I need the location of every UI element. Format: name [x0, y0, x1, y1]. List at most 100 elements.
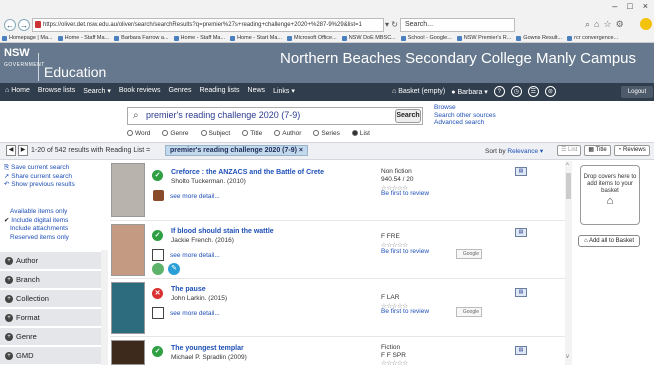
facet-collection[interactable]: + Collection: [0, 290, 101, 308]
feedback-icon[interactable]: [640, 18, 652, 30]
bookmark-item[interactable]: Home - Staff Ma...: [173, 35, 225, 41]
save-search-link[interactable]: ⎘ Save current search: [4, 164, 75, 173]
radio-author[interactable]: Author: [274, 130, 301, 137]
search-other-sources-link[interactable]: Search other sources: [434, 112, 496, 120]
filter-include-digital[interactable]: ✔ Include digital items: [4, 217, 69, 226]
result-title[interactable]: If blood should stain the wattle: [171, 228, 274, 235]
view-list-button[interactable]: ☰ List: [557, 145, 582, 156]
bookmark-item[interactable]: Home - Start Ma...: [230, 35, 282, 41]
result-title[interactable]: Creforce : the ANZACS and the Battle of …: [171, 169, 324, 176]
site-info-icon[interactable]: [35, 21, 41, 28]
bookmark-item[interactable]: rcr convergence...: [567, 35, 618, 41]
google-preview-button[interactable]: Google: [456, 307, 482, 317]
nav-item-reading-lists[interactable]: Reading lists: [199, 87, 239, 95]
nsw-logo[interactable]: NSW GOVERNMENT: [4, 47, 44, 71]
scrollbar-thumb[interactable]: [566, 173, 571, 199]
nav-item-genres[interactable]: Genres: [169, 87, 192, 95]
bookmark-item[interactable]: School - Google...: [400, 35, 452, 41]
bookmark-item[interactable]: NSW DoE MBSC...: [341, 35, 396, 41]
filter-available-only[interactable]: Available items only: [4, 208, 69, 217]
review-link[interactable]: Be first to review: [381, 248, 429, 255]
home-icon[interactable]: ⌂: [594, 19, 599, 30]
filter-include-attachments[interactable]: Include attachments: [4, 225, 69, 234]
see-more-detail-link[interactable]: see more detail...: [170, 193, 220, 200]
nav-item-home[interactable]: ⌂ Home: [5, 87, 30, 95]
radio-genre[interactable]: Genre: [162, 130, 189, 137]
nav-item-book-reviews[interactable]: Book reviews: [119, 87, 161, 95]
see-more-detail-link[interactable]: see more detail...: [170, 310, 220, 317]
display-icon[interactable]: ⊜: [544, 86, 556, 97]
star-icon[interactable]: ☆: [603, 19, 611, 30]
facet-author[interactable]: + Author: [0, 252, 101, 270]
nav-item-search[interactable]: Search ▾: [83, 87, 111, 95]
google-preview-button[interactable]: Google: [456, 249, 482, 259]
maximize-icon[interactable]: □: [627, 1, 632, 11]
bookmark-item[interactable]: Microsoft Office...: [287, 35, 337, 41]
share-search-link[interactable]: ➚ Share current search: [4, 173, 75, 182]
logout-button[interactable]: Logout: [621, 86, 653, 98]
history-icon[interactable]: ◷: [510, 86, 522, 97]
radio-subject[interactable]: Subject: [200, 130, 230, 137]
bookmark-item[interactable]: NSW Premier's R...: [456, 35, 511, 41]
scroll-up-icon[interactable]: ^: [566, 163, 569, 169]
see-more-detail-link[interactable]: see more detail...: [170, 252, 220, 259]
result-author[interactable]: Sholto Tuckerman. (2010): [171, 178, 246, 185]
forward-icon[interactable]: →: [18, 19, 30, 31]
bookmark-item[interactable]: Barbara Farrow a...: [114, 35, 169, 41]
basket-link[interactable]: ⌂ Basket (empty): [392, 88, 445, 95]
address-bar[interactable]: https://oliver.det.nsw.edu.au/oliver/sea…: [32, 18, 384, 32]
nav-item-news[interactable]: News: [248, 87, 266, 95]
basket-drop-zone[interactable]: Drop covers here to add items to your ba…: [580, 165, 640, 225]
pencil-icon[interactable]: ✎: [168, 263, 180, 275]
result-title[interactable]: The pause: [171, 286, 206, 293]
close-icon[interactable]: ×: [643, 1, 648, 11]
book-cover[interactable]: [111, 340, 145, 365]
review-link[interactable]: Be first to review: [381, 308, 429, 315]
nav-item-browse-lists[interactable]: Browse lists: [38, 87, 75, 95]
minimize-icon[interactable]: –: [612, 1, 617, 11]
user-menu[interactable]: ● Barbara ▾: [451, 88, 488, 96]
sidebar-scrollbar[interactable]: [101, 250, 108, 365]
help-icon[interactable]: ?: [493, 86, 505, 97]
result-title[interactable]: The youngest templar: [171, 345, 244, 352]
bookmark-item[interactable]: Homepage | Ma...: [2, 35, 53, 41]
accessibility-icon[interactable]: ☰: [527, 86, 539, 97]
bookmark-item[interactable]: Gowns Result...: [516, 35, 562, 41]
settings-icon[interactable]: ⚙: [616, 19, 624, 30]
view-title-button[interactable]: ▦ Title: [584, 145, 611, 156]
radio-word[interactable]: Word: [127, 130, 150, 137]
facet-genre[interactable]: + Genre: [0, 328, 101, 346]
filter-reserved-only[interactable]: Reserved items only: [4, 234, 69, 243]
book-cover[interactable]: [111, 163, 145, 217]
add-all-to-basket-button[interactable]: ⌂ Add all to Basket: [578, 235, 640, 247]
add-to-basket-icon[interactable]: ▤: [515, 167, 527, 176]
view-reviews-button[interactable]: ◔ Reviews: [613, 145, 650, 156]
advanced-search-link[interactable]: Advanced search: [434, 119, 496, 127]
radio-title[interactable]: Title: [242, 130, 262, 137]
browse-link[interactable]: Browse: [434, 104, 496, 112]
add-to-basket-icon[interactable]: ▤: [515, 346, 527, 355]
review-link[interactable]: Be first to review: [381, 190, 429, 197]
nav-item-links[interactable]: Links ▾: [273, 87, 295, 95]
radio-series[interactable]: Series: [313, 130, 340, 137]
digital-icon[interactable]: [152, 263, 164, 275]
bookmark-item[interactable]: Home - Staff Ma...: [57, 35, 109, 41]
facet-gmd[interactable]: + GMD: [0, 347, 101, 365]
book-cover[interactable]: [111, 224, 145, 276]
window-controls[interactable]: – □ ×: [612, 1, 648, 11]
search-button[interactable]: Search: [395, 109, 421, 123]
next-page-button[interactable]: ▶: [18, 145, 28, 156]
refresh-icon[interactable]: ▾ ↻: [385, 20, 398, 29]
browser-search-input[interactable]: Search...: [400, 18, 515, 32]
add-to-basket-icon[interactable]: ▤: [515, 288, 527, 297]
radio-list[interactable]: List: [351, 130, 370, 137]
scroll-down-icon[interactable]: v: [566, 354, 569, 360]
active-list-filter[interactable]: premier's reading challenge 2020 (7-9) ×: [165, 145, 308, 156]
previous-results-link[interactable]: ↶ Show previous results: [4, 181, 75, 190]
prev-page-button[interactable]: ◀: [6, 145, 16, 156]
result-author[interactable]: Jackie French. (2016): [171, 237, 234, 244]
result-author[interactable]: Michael P. Spradlin (2009): [171, 354, 247, 361]
facet-format[interactable]: + Format: [0, 309, 101, 327]
facet-branch[interactable]: + Branch: [0, 271, 101, 289]
search-icon[interactable]: ⌕: [585, 19, 590, 30]
